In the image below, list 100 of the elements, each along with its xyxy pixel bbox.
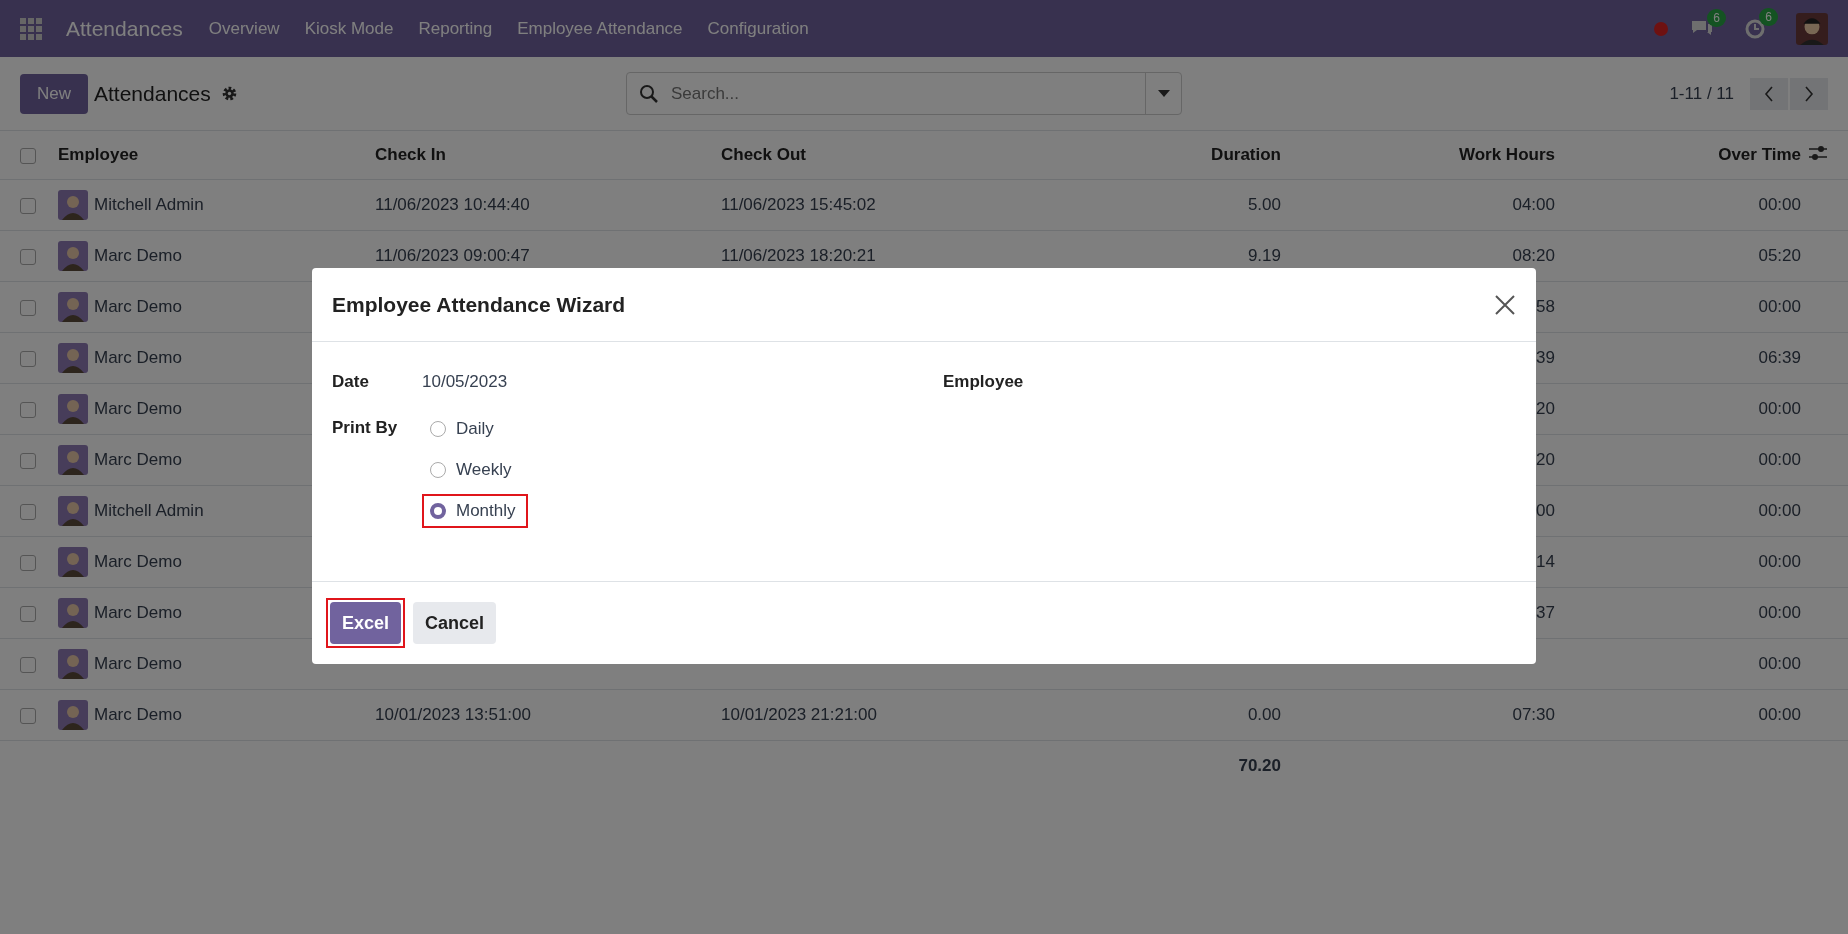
table-cell: 39 xyxy=(1536,348,1555,367)
employee-name: Mitchell Admin xyxy=(94,501,204,521)
employee-name: Marc Demo xyxy=(94,246,182,266)
employee-name: Marc Demo xyxy=(94,552,182,572)
new-button[interactable]: New xyxy=(20,73,88,114)
search-bar[interactable]: Search... xyxy=(626,72,1182,115)
close-icon[interactable] xyxy=(1494,293,1516,316)
sliders-icon[interactable] xyxy=(1809,144,1827,161)
row-checkbox[interactable] xyxy=(20,299,36,316)
excel-button[interactable]: Excel xyxy=(330,602,402,644)
table-cell: 20 xyxy=(1536,399,1555,418)
row-checkbox[interactable] xyxy=(20,656,36,673)
apps-grid-icon[interactable] xyxy=(20,17,42,40)
table-cell: 20 xyxy=(1536,450,1555,469)
row-checkbox[interactable] xyxy=(20,452,36,469)
table-cell: 5.00 xyxy=(1247,195,1281,214)
radio-button[interactable] xyxy=(430,462,446,478)
caret-icon xyxy=(1157,89,1170,98)
employee-name: Marc Demo xyxy=(94,603,182,623)
radio-label[interactable]: Daily xyxy=(456,419,494,439)
notification-badge: 6 xyxy=(1707,8,1726,27)
user-avatar-icon[interactable] xyxy=(1796,12,1828,45)
table-cell: 00:00 xyxy=(1758,450,1801,469)
menu-item[interactable]: Kiosk Mode xyxy=(304,18,394,39)
previous-page-button[interactable] xyxy=(1750,77,1788,110)
table-cell: 08:20 xyxy=(1512,246,1555,265)
table-cell: 10/01/2023 13:51:00 xyxy=(375,705,531,724)
dialog-title: Employee Attendance Wizard xyxy=(332,292,626,317)
table-cell: 11/06/2023 10:44:40 xyxy=(375,195,530,214)
avatar-icon xyxy=(58,343,88,373)
row-checkbox[interactable] xyxy=(20,605,36,622)
next-page-button[interactable] xyxy=(1790,77,1828,110)
row-checkbox[interactable] xyxy=(20,503,36,520)
row-checkbox[interactable] xyxy=(20,197,36,214)
row-checkbox[interactable] xyxy=(20,248,36,265)
table-cell: 00:00 xyxy=(1758,705,1801,724)
table-cell: 00:00 xyxy=(1758,654,1801,673)
table-cell: 00 xyxy=(1536,501,1555,520)
table-cell: 05:20 xyxy=(1758,246,1801,265)
employee-name: Marc Demo xyxy=(94,348,182,368)
table-cell: 10/01/2023 21:21:00 xyxy=(721,705,877,724)
employee-name: Marc Demo xyxy=(94,297,182,317)
table-cell: 04:00 xyxy=(1512,195,1555,214)
page-title: Attendances xyxy=(94,81,211,106)
radio-label[interactable]: Monthly xyxy=(456,501,516,521)
table-cell: 00:00 xyxy=(1758,603,1801,622)
radio-option[interactable]: Monthly xyxy=(422,494,528,528)
avatar-icon xyxy=(58,394,88,424)
menu-item[interactable]: Employee Attendance xyxy=(517,18,683,39)
menu-item[interactable]: Reporting xyxy=(418,18,493,39)
notification-badge: 6 xyxy=(1759,7,1778,26)
table-cell: 00:00 xyxy=(1758,297,1801,316)
table-cell: 00:00 xyxy=(1758,552,1801,571)
settings-icon[interactable] xyxy=(220,85,238,102)
clock-icon[interactable] xyxy=(1744,17,1766,40)
search-icon xyxy=(639,83,659,104)
column-header[interactable]: Check In xyxy=(375,145,446,164)
table-cell: 11/06/2023 09:00:47 xyxy=(375,246,530,265)
column-header[interactable]: Over Time xyxy=(1718,145,1801,164)
row-checkbox[interactable] xyxy=(20,554,36,571)
avatar-icon xyxy=(58,649,88,679)
row-checkbox[interactable] xyxy=(20,350,36,367)
duration-total: 70.20 xyxy=(1238,756,1281,775)
search-input[interactable]: Search... xyxy=(669,82,1145,105)
menu-item[interactable]: Overview xyxy=(208,18,280,39)
avatar-icon xyxy=(58,700,88,730)
field-label: Employee xyxy=(943,372,1024,391)
field-label: Date xyxy=(332,372,370,392)
column-header[interactable]: Duration xyxy=(1211,145,1281,164)
radio-button[interactable] xyxy=(430,503,446,519)
row-checkbox[interactable] xyxy=(20,707,36,724)
select-all-checkbox[interactable] xyxy=(20,147,36,164)
pager-text[interactable]: 1-11 / 11 xyxy=(1669,83,1734,104)
table-cell: 37 xyxy=(1536,603,1555,622)
row-checkbox[interactable] xyxy=(20,401,36,418)
chevron-left-icon xyxy=(1764,85,1774,102)
menu-item[interactable]: Configuration xyxy=(707,18,809,39)
table-cell: 00:00 xyxy=(1758,195,1801,214)
avatar-icon xyxy=(58,241,88,271)
table-cell: 0.00 xyxy=(1247,705,1281,724)
employee-name: Marc Demo xyxy=(94,705,182,725)
radio-option[interactable]: Weekly xyxy=(422,453,524,487)
column-header[interactable]: Work Hours xyxy=(1458,145,1555,164)
column-header[interactable]: Check Out xyxy=(721,145,807,164)
table-cell: 00:00 xyxy=(1758,501,1801,520)
avatar-icon xyxy=(58,547,88,577)
employee-name: Mitchell Admin xyxy=(94,195,204,215)
table-cell: 58 xyxy=(1536,297,1555,316)
table-cell: 07:30 xyxy=(1512,705,1555,724)
cancel-button[interactable]: Cancel xyxy=(413,602,497,644)
column-header[interactable]: Employee xyxy=(58,145,139,164)
avatar-icon xyxy=(58,190,88,220)
avatar-icon xyxy=(58,292,88,322)
radio-option[interactable]: Daily xyxy=(422,412,506,446)
app-name[interactable]: Attendances xyxy=(66,16,183,41)
radio-label[interactable]: Weekly xyxy=(456,460,512,480)
table-cell: 00:00 xyxy=(1758,399,1801,418)
employee-name: Marc Demo xyxy=(94,450,182,470)
date-field[interactable]: 10/05/2023 xyxy=(422,372,508,392)
radio-button[interactable] xyxy=(430,421,446,437)
